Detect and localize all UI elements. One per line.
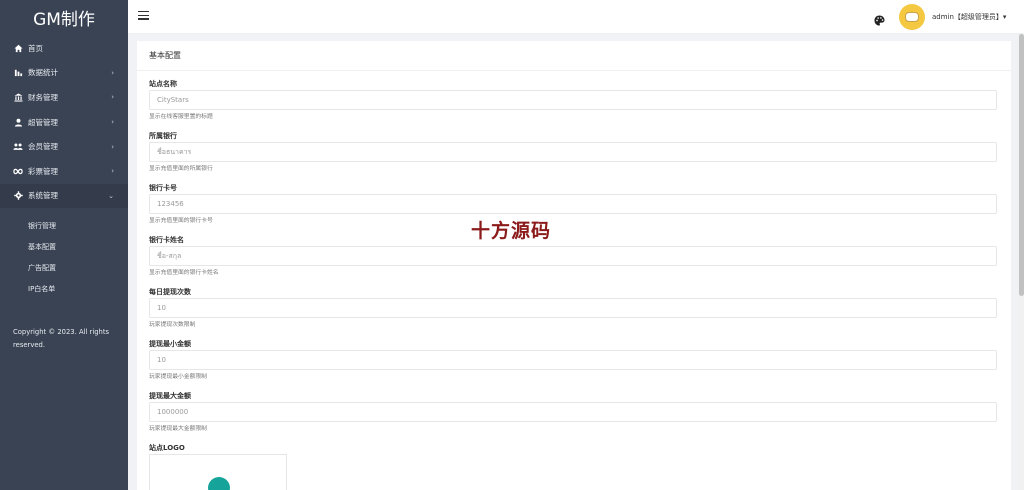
top-header: admin【超级管理员】▾ bbox=[128, 0, 1024, 34]
avatar[interactable] bbox=[899, 4, 925, 30]
avatar-image bbox=[905, 12, 919, 22]
watermark-text: 十方源码 bbox=[471, 220, 552, 242]
palette-icon[interactable] bbox=[874, 11, 885, 26]
user-menu-dropdown[interactable]: admin【超级管理员】▾ bbox=[932, 12, 1006, 22]
field-card-holder: 银行卡姓名 ชื่อ-สกุล 显示充值里面的银行卡姓名 bbox=[149, 235, 1011, 278]
card-number-input[interactable]: 123456 bbox=[149, 194, 997, 214]
field-label: 每日提现次数 bbox=[149, 288, 191, 296]
field-daily-withdraw-count: 每日提现次数 10 玩家提现次数限制 bbox=[149, 287, 1011, 330]
site-name-input[interactable]: CityStars bbox=[149, 90, 997, 110]
infinity-icon bbox=[12, 165, 24, 177]
sidebar-item-label: 数据统计 bbox=[28, 68, 58, 78]
config-card: 基本配置 站点名称 CityStars 显示在线客服里置的标题 所属银行 ชื่… bbox=[137, 41, 1011, 490]
chevron-right-icon: › bbox=[111, 68, 114, 77]
sidebar-item-system[interactable]: 系统管理 ⌄ bbox=[0, 183, 128, 209]
field-label: 所属银行 bbox=[149, 132, 177, 140]
field-help: 玩家提现次数限制 bbox=[149, 322, 196, 328]
sidebar: GM制作 首页 数据统计 › 财务管理 › 超管管理 › 会员管理 › 彩票管理… bbox=[0, 0, 128, 490]
bank-input[interactable]: ชื่อธนาคาร bbox=[149, 142, 997, 162]
submenu-item-ip-whitelist[interactable]: IP白名单 bbox=[0, 278, 128, 299]
sidebar-item-label: 彩票管理 bbox=[28, 166, 58, 176]
field-max-withdraw: 提现最大金额 1000000 玩家提现最大金额限制 bbox=[149, 391, 1011, 434]
field-help: 玩家提现最小金额限制 bbox=[149, 374, 207, 380]
field-label: 站点名称 bbox=[149, 80, 177, 88]
chevron-down-icon: ⌄ bbox=[108, 191, 114, 200]
submenu-item-basic-config[interactable]: 基本配置 bbox=[0, 236, 128, 257]
sidebar-item-admins[interactable]: 超管管理 › bbox=[0, 110, 128, 135]
users-icon bbox=[12, 141, 24, 153]
chevron-right-icon: › bbox=[111, 167, 114, 176]
field-help: 显示充值里面的银行卡号 bbox=[149, 218, 213, 224]
card-holder-input[interactable]: ชื่อ-สกุล bbox=[149, 246, 997, 266]
field-label: 提现最大金额 bbox=[149, 392, 191, 400]
field-help: 玩家提现最大金额限制 bbox=[149, 426, 207, 432]
chevron-right-icon: › bbox=[111, 93, 114, 102]
field-card-number: 银行卡号 123456 显示充值里面的银行卡号 bbox=[149, 183, 1011, 226]
sidebar-item-statistics[interactable]: 数据统计 › bbox=[0, 61, 128, 86]
max-withdraw-input[interactable]: 1000000 bbox=[149, 402, 997, 422]
sidebar-item-label: 超管管理 bbox=[28, 117, 58, 127]
field-help: 显示在线客服里置的标题 bbox=[149, 114, 213, 120]
submenu-item-bank-management[interactable]: 银行管理 bbox=[0, 215, 128, 236]
field-label: 银行卡姓名 bbox=[149, 236, 184, 244]
bank-icon bbox=[12, 91, 24, 103]
home-icon bbox=[12, 42, 24, 54]
sidebar-item-finance[interactable]: 财务管理 › bbox=[0, 85, 128, 110]
page-scrollbar-thumb[interactable] bbox=[1019, 34, 1024, 296]
menu-toggle-icon[interactable] bbox=[138, 11, 149, 22]
field-help: 显示充值里面的银行卡姓名 bbox=[149, 270, 219, 276]
field-bank: 所属银行 ชื่อธนาคาร 显示充值里面的所属银行 bbox=[149, 131, 1011, 174]
sidebar-item-label: 财务管理 bbox=[28, 92, 58, 102]
copyright-text: Copyright © 2023. All rights reserved. bbox=[13, 328, 110, 349]
submenu-item-ad-config[interactable]: 广告配置 bbox=[0, 257, 128, 278]
logo-label: 站点LOGO bbox=[149, 444, 185, 452]
user-icon bbox=[12, 116, 24, 128]
config-form: 站点名称 CityStars 显示在线客服里置的标题 所属银行 ชื่อธนาค… bbox=[137, 71, 1011, 490]
field-help: 显示充值里面的所属银行 bbox=[149, 166, 213, 172]
field-min-withdraw: 提现最小金额 10 玩家提现最小金额限制 bbox=[149, 339, 1011, 382]
sidebar-item-label: 系统管理 bbox=[28, 191, 58, 201]
daily-withdraw-count-input[interactable]: 10 bbox=[149, 298, 997, 318]
field-label: 银行卡号 bbox=[149, 184, 177, 192]
field-site-name: 站点名称 CityStars 显示在线客服里置的标题 bbox=[149, 79, 1011, 122]
sidebar-item-lottery[interactable]: 彩票管理 › bbox=[0, 159, 128, 184]
sidebar-item-members[interactable]: 会员管理 › bbox=[0, 134, 128, 159]
brand-logo-text[interactable]: GM制作 bbox=[0, 0, 128, 34]
chevron-right-icon: › bbox=[111, 142, 114, 151]
card-title: 基本配置 bbox=[137, 41, 1011, 71]
field-label: 提现最小金额 bbox=[149, 340, 191, 348]
chevron-right-icon: › bbox=[111, 118, 114, 127]
sidebar-item-home[interactable]: 首页 bbox=[0, 36, 128, 61]
gear-icon bbox=[12, 190, 24, 202]
site-logo-image bbox=[208, 477, 230, 490]
bar-chart-icon bbox=[12, 67, 24, 79]
sidebar-item-label: 首页 bbox=[28, 43, 43, 53]
min-withdraw-input[interactable]: 10 bbox=[149, 350, 997, 370]
submenu-system: 银行管理 基本配置 广告配置 IP白名单 bbox=[0, 208, 128, 299]
sidebar-menu: 首页 数据统计 › 财务管理 › 超管管理 › 会员管理 › 彩票管理 › 系统… bbox=[0, 36, 128, 299]
sidebar-item-label: 会员管理 bbox=[28, 142, 58, 152]
logo-upload-box[interactable] bbox=[149, 454, 287, 490]
